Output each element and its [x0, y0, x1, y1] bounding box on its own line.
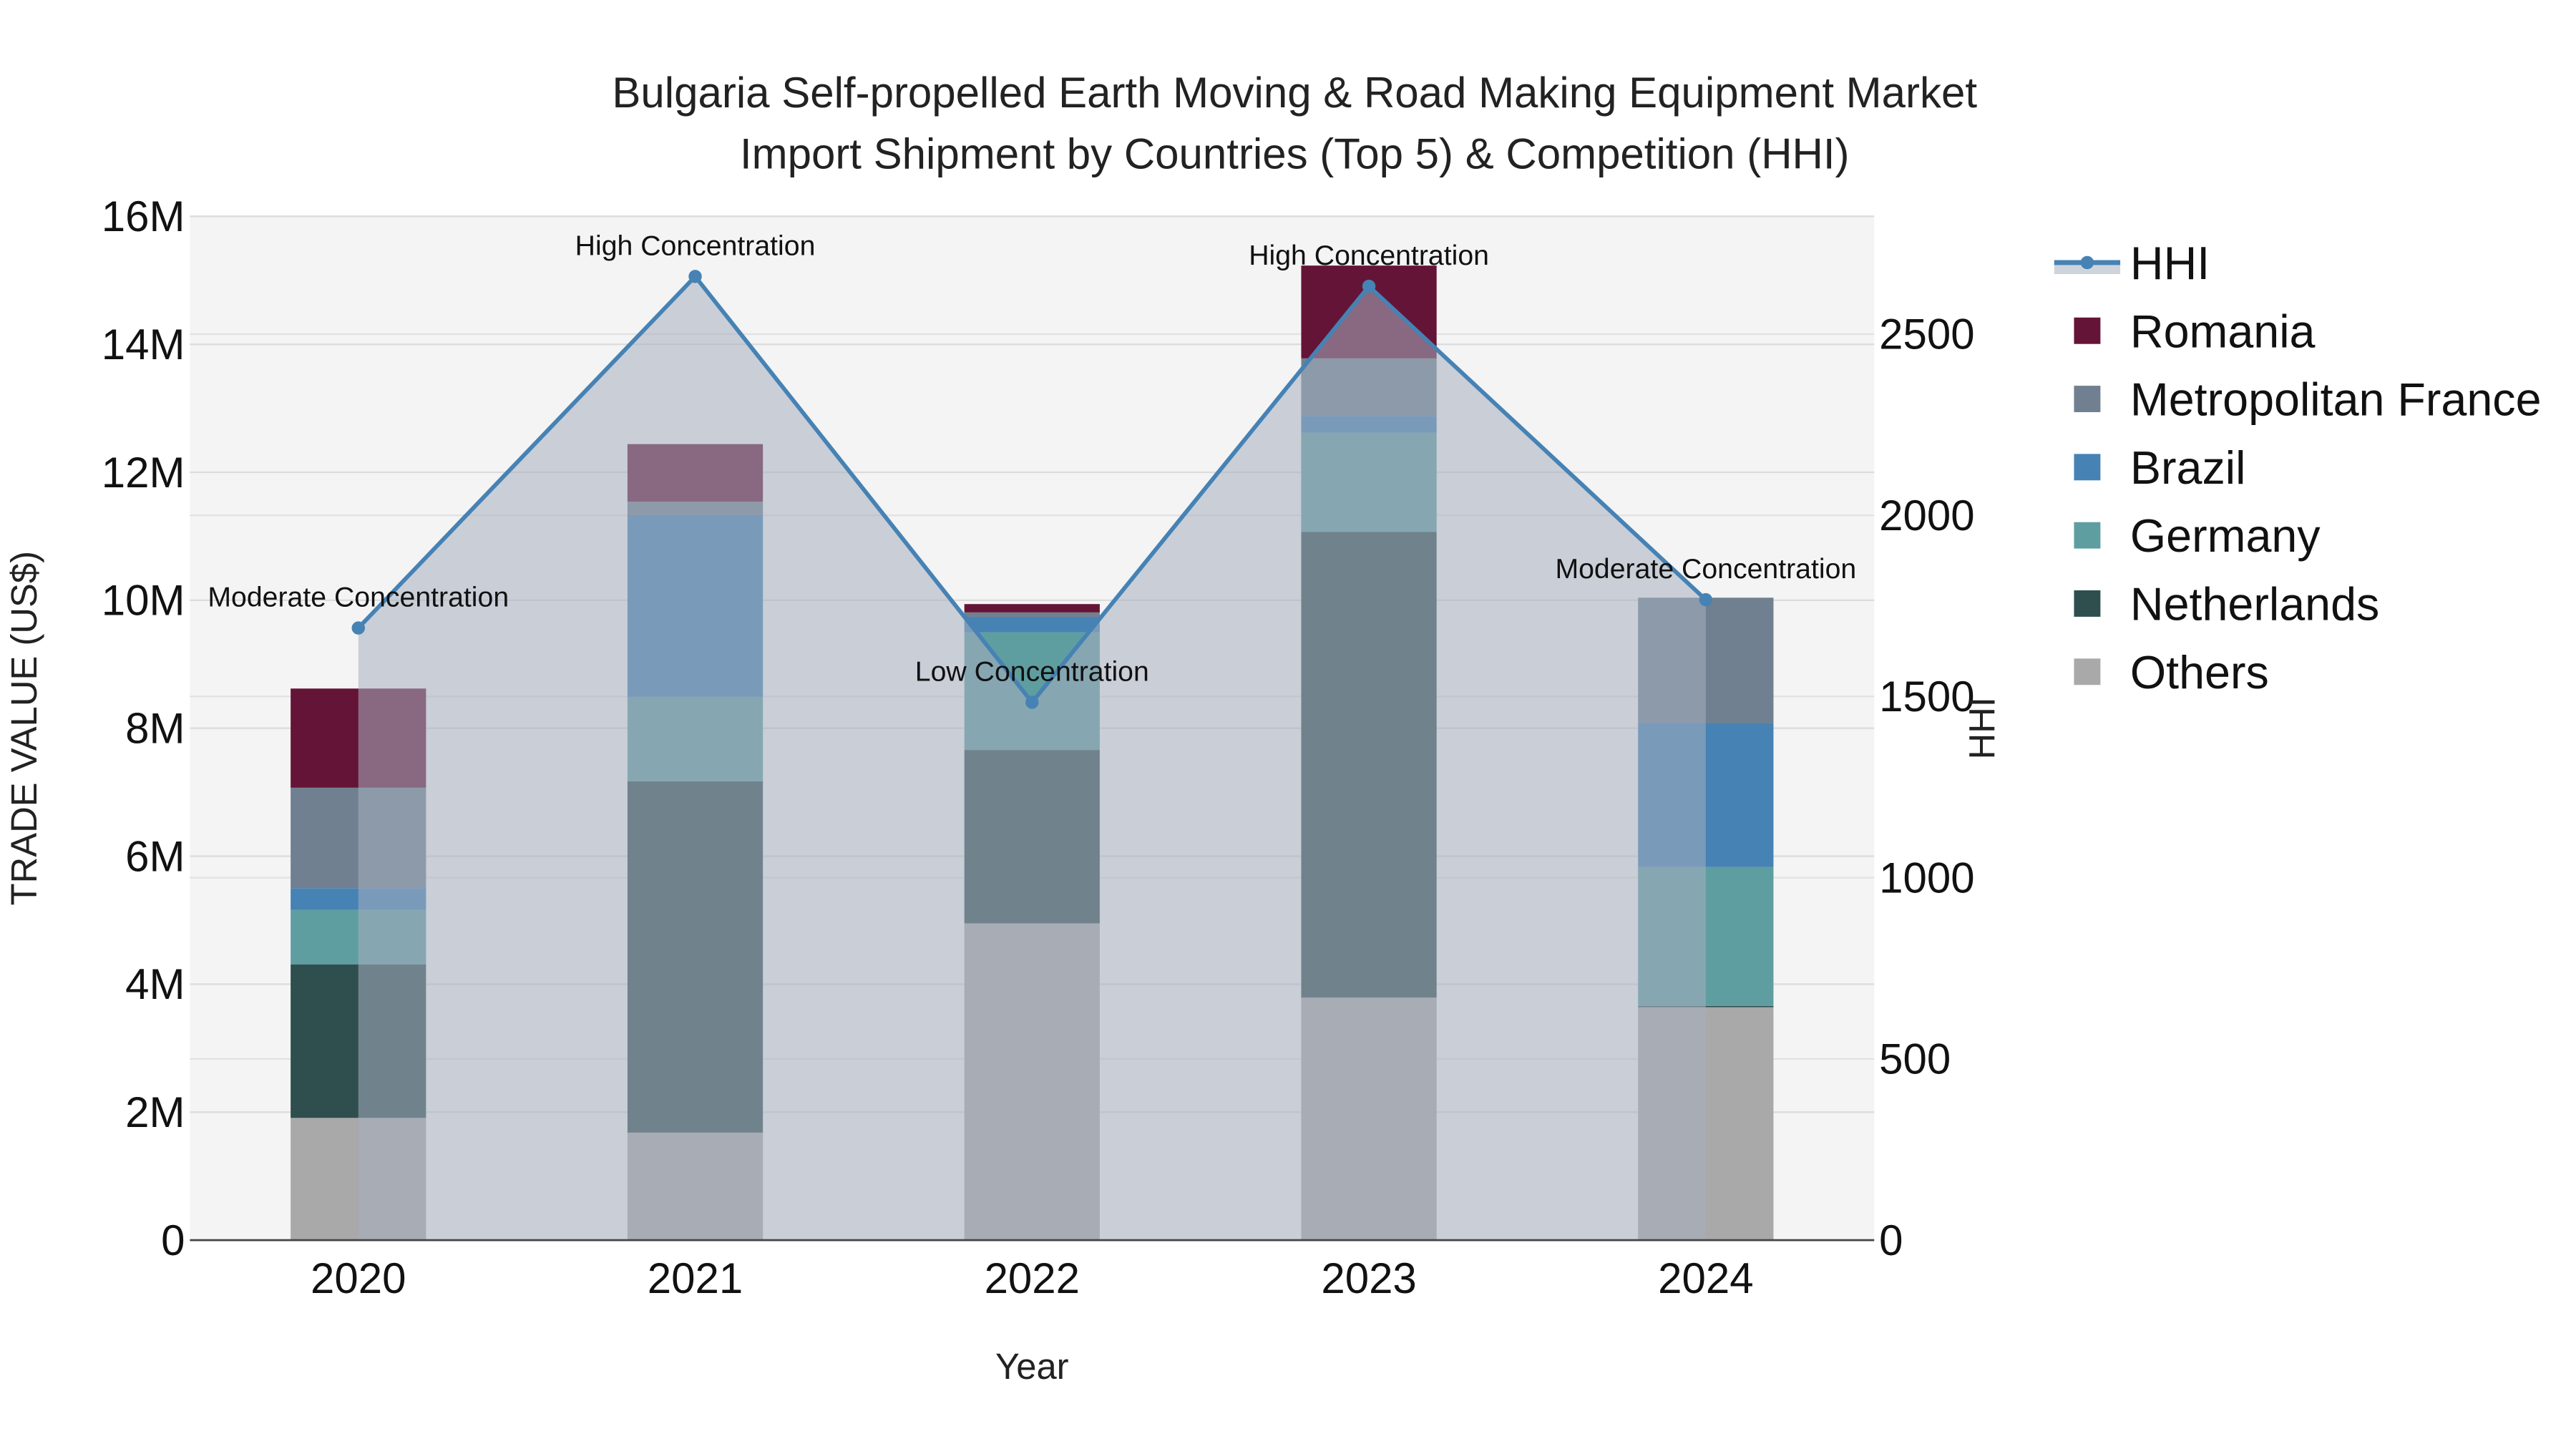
hhi-point-2021 [688, 270, 702, 283]
y-tick-label: 2M [125, 1088, 185, 1136]
y-tick-label: 8M [125, 704, 185, 752]
legend-swatch-others [2074, 658, 2101, 686]
y2-tick-label: 500 [1879, 1035, 1951, 1083]
legend-label: Others [2130, 647, 2269, 698]
y-axis-ticks: 0 2M 4M 6M 8M 10M 12M 14M 16M [102, 192, 185, 1264]
x-axis-ticks: 2020 2021 2022 2023 2024 [311, 1254, 1754, 1302]
hhi-point-2023 [1362, 279, 1376, 293]
x-tick-label: 2021 [648, 1254, 743, 1302]
chart-title: Bulgaria Self-propelled Earth Moving & R… [612, 69, 1977, 117]
hhi-point-2020 [351, 621, 365, 635]
hhi-annotation: High Concentration [575, 230, 816, 261]
legend-label: Romania [2130, 306, 2316, 357]
legend-swatch-romania [2074, 317, 2101, 344]
legend-label: Germany [2130, 510, 2321, 562]
hhi-point-2022 [1025, 696, 1039, 709]
legend-label: Brazil [2130, 442, 2246, 494]
bar-brazil-2022 [964, 617, 1100, 633]
y-tick-label: 12M [102, 449, 185, 497]
y-axis-title: TRADE VALUE (US$) [4, 551, 44, 905]
y2-tick-label: 1500 [1879, 673, 1974, 721]
y2-axis-ticks: 0 500 1000 1500 2000 2500 [1879, 311, 1974, 1264]
hhi-annotation: Moderate Concentration [208, 582, 509, 613]
legend-label: HHI [2130, 238, 2210, 289]
legend-hhi-marker [2080, 255, 2094, 270]
y-tick-label: 0 [161, 1216, 185, 1264]
y-tick-label: 6M [125, 832, 185, 880]
y2-tick-label: 2500 [1879, 311, 1974, 358]
y-tick-label: 4M [125, 960, 185, 1008]
y-tick-label: 16M [102, 192, 185, 240]
chart-subtitle: Import Shipment by Countries (Top 5) & C… [740, 130, 1850, 177]
chart: Moderate Concentration High Concentration… [4, 69, 2542, 1387]
legend-swatch-brazil [2074, 454, 2101, 481]
x-tick-label: 2024 [1658, 1254, 1753, 1302]
hhi-annotation: Low Concentration [915, 655, 1149, 687]
y-tick-label: 10M [102, 577, 185, 625]
x-axis-title: Year [995, 1346, 1069, 1387]
bar-romania-2022 [964, 604, 1100, 613]
hhi-annotation: High Concentration [1249, 240, 1489, 271]
y-tick-label: 14M [102, 321, 185, 369]
y2-tick-label: 0 [1879, 1216, 1903, 1264]
x-tick-label: 2022 [985, 1254, 1080, 1302]
legend-swatch-metropolitan-france [2074, 386, 2101, 412]
x-tick-label: 2023 [1321, 1254, 1416, 1302]
hhi-point-2024 [1699, 592, 1713, 607]
legend-label: Netherlands [2130, 579, 2379, 630]
bar-metropolitan-france-2022 [964, 612, 1100, 618]
y2-tick-label: 1000 [1879, 854, 1974, 902]
y2-tick-label: 2000 [1879, 492, 1974, 540]
hhi-annotation: Moderate Concentration [1555, 553, 1856, 585]
legend-label: Metropolitan France [2130, 374, 2542, 426]
y2-axis-title: HHI [1962, 697, 2003, 759]
legend: HHI Romania Metropolitan France Brazil Germa… [2054, 238, 2542, 698]
legend-swatch-netherlands [2074, 590, 2101, 617]
legend-swatch-germany [2074, 522, 2101, 549]
x-tick-label: 2020 [311, 1254, 406, 1302]
